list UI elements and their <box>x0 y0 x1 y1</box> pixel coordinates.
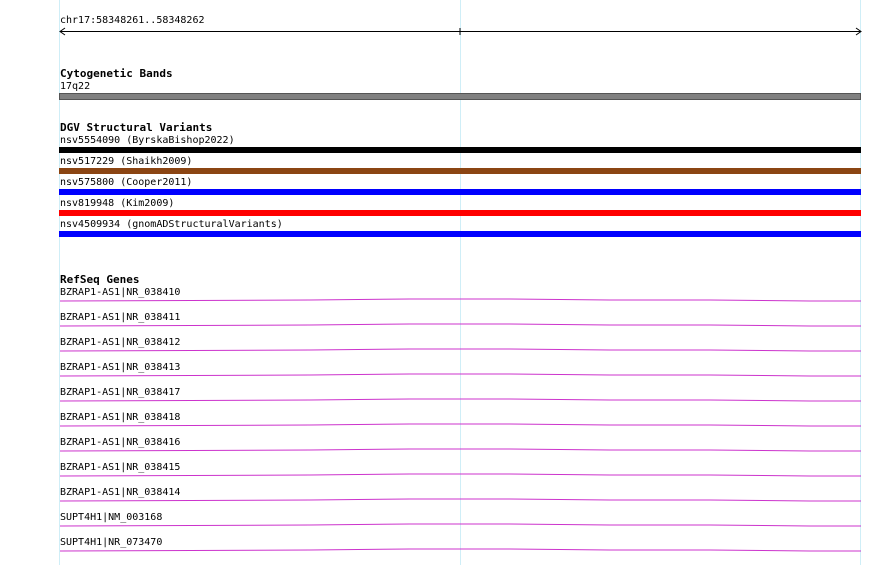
gene-model[interactable] <box>60 446 861 452</box>
dgv-variant-label: nsv819948 (Kim2009) <box>60 198 175 209</box>
gene-model[interactable] <box>60 371 861 377</box>
gene-model[interactable] <box>60 321 861 327</box>
position-ruler[interactable] <box>59 25 862 39</box>
dgv-variant-bar[interactable] <box>59 168 861 174</box>
cytoband-bar[interactable] <box>59 93 861 100</box>
gene-model[interactable] <box>60 346 861 352</box>
cytoband-label: 17q22 <box>60 81 91 92</box>
gene-model[interactable] <box>60 496 861 502</box>
dgv-variant-label: nsv4509934 (gnomADStructuralVariants) <box>60 219 283 230</box>
dgv-variant-label: nsv517229 (Shaikh2009) <box>60 156 193 167</box>
gene-model[interactable] <box>60 521 861 527</box>
grid-line-center <box>460 0 461 565</box>
grid-line-right <box>860 0 861 565</box>
gene-model[interactable] <box>60 396 861 402</box>
gene-model[interactable] <box>60 546 861 552</box>
gene-model[interactable] <box>60 421 861 427</box>
cytogenetic-track-title: Cytogenetic Bands <box>60 67 173 80</box>
dgv-variant-bar[interactable] <box>59 189 861 195</box>
gene-model[interactable] <box>60 471 861 477</box>
dgv-variant-label: nsv5554090 (ByrskaBishop2022) <box>60 135 235 146</box>
gene-model[interactable] <box>60 296 861 302</box>
dgv-track-title: DGV Structural Variants <box>60 121 213 134</box>
refseq-track-title: RefSeq Genes <box>60 273 140 286</box>
dgv-variant-bar[interactable] <box>59 147 861 153</box>
dgv-variant-bar[interactable] <box>59 210 861 216</box>
dgv-variant-label: nsv575800 (Cooper2011) <box>60 177 193 188</box>
dgv-variant-bar[interactable] <box>59 231 861 237</box>
